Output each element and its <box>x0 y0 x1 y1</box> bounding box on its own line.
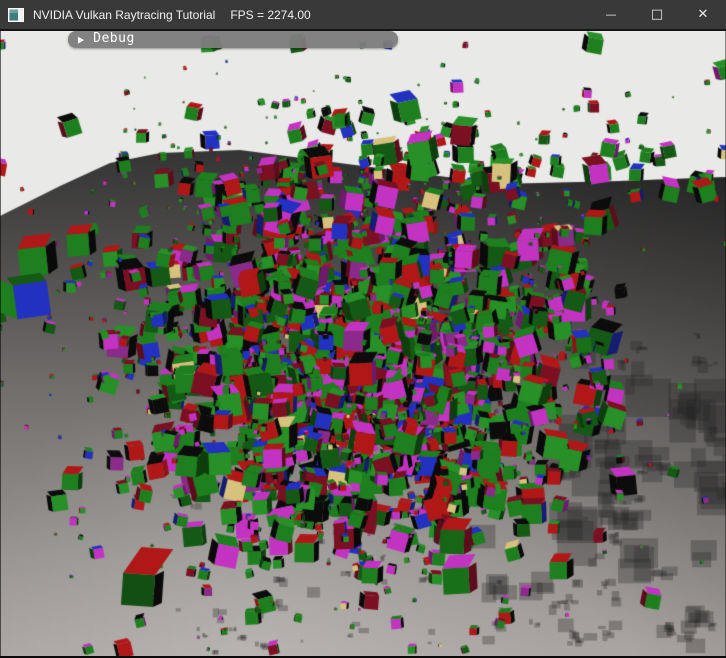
minimize-button[interactable]: — <box>588 0 634 29</box>
window-title: NVIDIA Vulkan Raytracing Tutorial <box>33 8 215 22</box>
maximize-button[interactable]: □ <box>634 0 680 29</box>
app-icon <box>8 8 24 22</box>
close-button[interactable]: ✕ <box>680 0 726 29</box>
close-icon: ✕ <box>698 8 709 21</box>
fps-counter: FPS = 2274.00 <box>230 8 310 22</box>
debug-panel-header[interactable]: ▶ Debug <box>68 31 398 48</box>
debug-panel-label: Debug <box>93 32 135 45</box>
window-border-left <box>0 31 1 658</box>
client-area: ▶ Debug <box>0 31 726 658</box>
window-controls: — □ ✕ <box>588 0 726 29</box>
collapse-arrow-icon: ▶ <box>78 35 84 44</box>
raytracing-viewport[interactable] <box>0 31 726 658</box>
title-bar: NVIDIA Vulkan Raytracing Tutorial FPS = … <box>0 0 726 31</box>
maximize-icon: □ <box>651 8 663 21</box>
minimize-icon: — <box>606 9 617 20</box>
app-window: NVIDIA Vulkan Raytracing Tutorial FPS = … <box>0 0 726 658</box>
